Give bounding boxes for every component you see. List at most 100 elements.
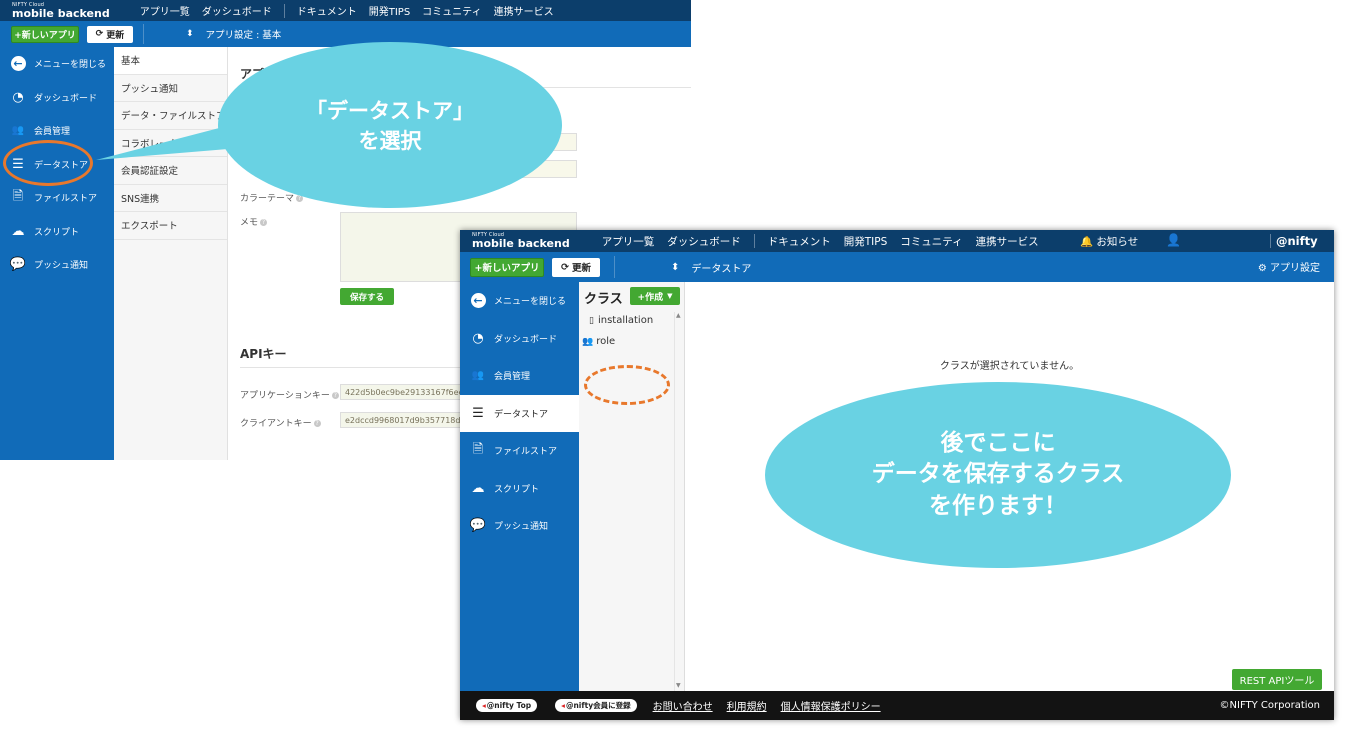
action-bar: +新しいアプリ ⟳ 更新 ⬍ データストア ⚙ アプリ設定 [460, 252, 1334, 282]
sidebar-item-datastore[interactable]: ☰ データストア [460, 394, 579, 432]
top-menu-dashboard[interactable]: ダッシュボード [667, 234, 741, 249]
sidebar-item-script[interactable]: ☁ スクリプト [0, 215, 114, 249]
breadcrumb: ⬍ データストア [671, 260, 751, 275]
top-menu-tips[interactable]: 開発TIPS [844, 234, 888, 249]
sidebar-item-filestore[interactable]: 🗎 ファイルストア [460, 432, 579, 470]
subnav-item-data-file[interactable]: データ・ファイルストア [114, 102, 227, 130]
subnav-item-auth[interactable]: 会員認証設定 [114, 157, 227, 185]
class-panel-title: クラス [584, 292, 623, 307]
logo-big-text: mobile backend [472, 237, 570, 250]
sidebar: ← メニューを閉じる ◔ ダッシュボード 👥 会員管理 ☰ データストア 🗎 フ… [0, 47, 114, 460]
footer-link-terms[interactable]: 利用規約 [727, 698, 767, 713]
footer-link-privacy[interactable]: 個人情報保護ポリシー [781, 698, 881, 713]
class-item-installation[interactable]: ▯ installation [589, 315, 653, 326]
sidebar-item-script[interactable]: ☁ スクリプト [460, 470, 579, 508]
refresh-button[interactable]: ⟳ 更新 [87, 25, 133, 43]
database-icon: ☰ [472, 405, 484, 421]
new-app-button[interactable]: +新しいアプリ [470, 257, 544, 277]
api-key-title: APIキー [240, 347, 287, 361]
sidebar-item-dashboard[interactable]: ◔ ダッシュボード [0, 81, 114, 115]
help-icon[interactable]: ? [260, 219, 268, 226]
pill-label: @nifty Top [486, 701, 532, 710]
sort-updown-icon[interactable]: ⬍ [671, 262, 679, 273]
top-menu-app-list[interactable]: アプリ一覧 [140, 3, 190, 18]
top-menu-community[interactable]: コミュニティ [422, 3, 481, 18]
callout-text: 後でここに データを保存するクラス を作ります！ [871, 430, 1125, 519]
rest-api-tool-button[interactable]: REST APIツール [1232, 669, 1322, 690]
callout-select-datastore: 「データストア」 を選択 [218, 42, 562, 208]
top-menu-docs[interactable]: ドキュメント [768, 234, 831, 249]
refresh-icon: ⟳ [95, 29, 104, 39]
top-menu: アプリ一覧 ダッシュボード ドキュメント 開発TIPS コミュニティ 連携サービ… [140, 3, 554, 18]
arrow-left-icon: ← [470, 293, 486, 309]
top-menu: アプリ一覧 ダッシュボード ドキュメント 開発TIPS コミュニティ 連携サービ… [602, 234, 1039, 249]
users-icon: 👥 [582, 336, 594, 347]
callout-text: 「データストア」 を選択 [306, 99, 474, 153]
help-icon[interactable]: ? [331, 392, 339, 399]
sort-updown-icon[interactable]: ⬍ [186, 29, 194, 39]
top-menu-community[interactable]: コミュニティ [900, 234, 962, 249]
subnav-item-sns[interactable]: SNS連携 [114, 185, 227, 212]
subnav-item-push[interactable]: プッシュ通知 [114, 75, 227, 102]
top-menu-app-list[interactable]: アプリ一覧 [602, 234, 655, 249]
app-key-label: アプリケーションキー? [240, 388, 339, 401]
memo-label-text: メモ [240, 218, 259, 228]
scroll-down-icon[interactable]: ▼ [676, 682, 681, 689]
mobile-backend-logo[interactable]: NIFTY Cloud mobile backend [460, 233, 570, 250]
menu-divider [1270, 234, 1271, 248]
subnav-item-collaborator[interactable]: コラボレータ [114, 130, 227, 157]
sidebar-item-close-menu[interactable]: ← メニューを閉じる [460, 282, 579, 320]
nifty-brand[interactable]: @nifty [1276, 234, 1318, 248]
file-icon: 🗎 [472, 441, 484, 457]
sidebar-item-members[interactable]: 👥 会員管理 [460, 357, 579, 395]
client-key-label: クライアントキー? [240, 416, 321, 429]
nifty-member-pill[interactable]: ◂ @nifty会員に登録 [555, 699, 637, 712]
create-class-button[interactable]: +作成 ▼ [630, 287, 680, 305]
caret-down-icon: ▼ [667, 292, 673, 300]
mobile-backend-logo[interactable]: NIFTY Cloud mobile backend [0, 2, 110, 19]
top-menu-docs[interactable]: ドキュメント [297, 3, 357, 18]
chat-bubble-icon: 💬 [9, 257, 27, 273]
user-icon[interactable]: 👤 [1166, 233, 1181, 247]
new-app-button[interactable]: +新しいアプリ [11, 25, 79, 43]
sidebar-label: プッシュ通知 [494, 522, 549, 533]
scroll-up-icon[interactable]: ▲ [676, 312, 681, 319]
help-icon[interactable]: ? [313, 420, 321, 427]
scrollbar[interactable]: ▲ ▼ [674, 312, 683, 691]
bar-divider [143, 24, 144, 44]
pill-label: @nifty会員に登録 [565, 701, 631, 710]
breadcrumb-label: データストア [691, 263, 752, 275]
footer-link-contact[interactable]: お問い合わせ [653, 698, 713, 713]
sidebar-item-dashboard[interactable]: ◔ ダッシュボード [460, 320, 579, 358]
top-menu-services[interactable]: 連携サービス [976, 234, 1039, 249]
sidebar-item-push[interactable]: 💬 プッシュ通知 [0, 248, 114, 282]
top-menu-tips[interactable]: 開発TIPS [369, 3, 410, 18]
class-panel: クラス +作成 ▼ ▯ installation 👥 role ▲ ▼ [579, 282, 685, 691]
sidebar: ← メニューを閉じる ◔ ダッシュボード 👥 会員管理 ☰ データストア 🗎 フ… [460, 282, 579, 691]
sidebar-label: スクリプト [494, 484, 540, 495]
refresh-button[interactable]: ⟳ 更新 [552, 257, 600, 277]
nifty-top-pill[interactable]: ◂ @nifty Top [476, 699, 538, 712]
notice-link[interactable]: 🔔 お知らせ [1080, 234, 1138, 249]
sidebar-label: プッシュ通知 [34, 261, 89, 272]
sidebar-item-push[interactable]: 💬 プッシュ通知 [460, 507, 579, 545]
subnav-item-basic[interactable]: 基本 [114, 47, 227, 75]
users-icon: 👥 [471, 370, 485, 382]
create-label: +作成 [637, 292, 664, 303]
color-theme-label-text: カラーテーマ [240, 194, 295, 204]
app-settings-link[interactable]: ⚙ アプリ設定 [1258, 259, 1320, 274]
sidebar-item-close-menu[interactable]: ← メニューを閉じる [0, 47, 114, 81]
sidebar-label: 会員管理 [494, 372, 531, 383]
gear-icon: ⚙ [1257, 263, 1267, 274]
menu-divider [283, 3, 285, 18]
sidebar-label: データストア [494, 409, 549, 420]
top-menu-dashboard[interactable]: ダッシュボード [202, 3, 272, 18]
subnav-item-export[interactable]: エクスポート [114, 212, 227, 240]
dashboard-gauge-icon: ◔ [12, 89, 24, 105]
class-item-role[interactable]: 👥 role [582, 336, 615, 347]
sidebar-label: メニューを閉じる [494, 297, 567, 308]
sidebar-label: メニューを閉じる [34, 60, 107, 71]
top-menu-services[interactable]: 連携サービス [494, 3, 554, 18]
save-button[interactable]: 保存する [340, 288, 394, 305]
sidebar-item-filestore[interactable]: 🗎 ファイルストア [0, 181, 114, 215]
